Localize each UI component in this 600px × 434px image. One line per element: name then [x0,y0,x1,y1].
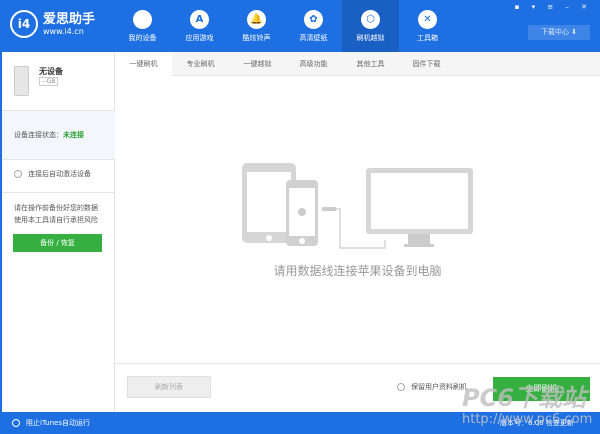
auto-activate-option[interactable]: 连接后自动激活设备 [14,169,91,179]
nav-label: 我的设备 [128,34,157,42]
logo-mark: i4 [10,10,38,38]
status-value: 未连接 [63,131,84,139]
window-controls[interactable]: ▪ ▾ ≡ – ✕ [515,3,592,11]
block-itunes-label[interactable]: 阻止iTunes自动运行 [26,419,90,427]
backup-restore-button[interactable]: 备份 / 恢复 [13,234,102,252]
warning-text: 请在操作前备份好您的数据 使用本工具请自行承担风险 [14,202,98,226]
auto-activate-label: 连接后自动激活设备 [28,170,91,178]
nav-apps[interactable]: A 应用游戏 [171,0,228,52]
flower-icon: ✿ [304,10,323,29]
tab-jailbreak[interactable]: 一键越狱 [229,52,286,76]
divider [2,192,115,193]
nav-toolbox[interactable]: ✕ 工具箱 [399,0,456,52]
radio-icon[interactable] [397,383,405,391]
warning-line: 请在操作前备份好您的数据 [14,204,98,212]
warning-line: 使用本工具请自行承担风险 [14,216,98,224]
refresh-list-button[interactable]: 刷新列表 [127,376,211,398]
nav-label: 工具箱 [417,34,438,42]
tab-other-tools[interactable]: 其他工具 [342,52,399,76]
logo-url: www.i4.cn [43,26,84,36]
nav-label: 应用游戏 [185,34,214,42]
download-center-button[interactable]: 下载中心 ⬇ [528,25,590,40]
divider [115,363,600,364]
tab-one-click-flash[interactable]: 一键刷机 [115,52,172,76]
app-store-icon: A [190,10,209,29]
nav-ringtones[interactable]: 🔔 酷炫铃声 [228,0,285,52]
nav-flash-jailbreak[interactable]: ⬡ 刷机越狱 [342,0,399,52]
tab-pro-flash[interactable]: 专业刷机 [172,52,229,76]
header: i4 爱思助手 www.i4.cn 我的设备 A 应用游戏 🔔 酷炫铃声 ✿ 高清壁纸 … [0,0,600,52]
keep-data-label: 保留用户资料刷机 [411,383,467,391]
status-label: 设备连接状态： [14,131,63,139]
tools-icon: ✕ [418,10,437,29]
keep-data-option[interactable]: 保留用户资料刷机 [397,382,467,392]
nav-label: 刷机越狱 [356,34,385,42]
nav-my-device[interactable]: 我的设备 [114,0,171,52]
apple-icon [133,10,152,29]
logo-name: 爱思助手 [43,11,96,27]
nav-label: 酷炫铃声 [242,34,271,42]
device-name: 无设备 [39,67,63,76]
tab-bar: 一键刷机 专业刷机 一键越狱 高级功能 其他工具 固件下载 [115,52,600,76]
capacity-badge: --GB [39,77,59,86]
nav-label: 高清壁纸 [299,34,328,42]
radio-icon[interactable] [12,419,20,427]
connection-status: 设备连接状态：未连接 [2,110,115,160]
watermark-url: http://www.pc6.com [462,412,593,427]
logo: i4 爱思助手 www.i4.cn [10,10,95,38]
nav-wallpapers[interactable]: ✿ 高清壁纸 [285,0,342,52]
tab-firmware[interactable]: 固件下载 [398,52,455,76]
connect-message: 请用数据线连接苹果设备到电脑 [273,264,442,278]
sidebar: 无设备 --GB 设备连接状态：未连接 连接后自动激活设备 请在操作前备份好您的… [0,52,115,412]
connect-device-illustration [242,163,473,249]
bell-icon: 🔔 [247,10,266,29]
box-icon: ⬡ [361,10,380,29]
phone-icon [14,66,29,96]
tab-advanced[interactable]: 高级功能 [285,52,342,76]
radio-icon[interactable] [14,170,22,178]
watermark-title: PC6下载站 [462,384,586,412]
